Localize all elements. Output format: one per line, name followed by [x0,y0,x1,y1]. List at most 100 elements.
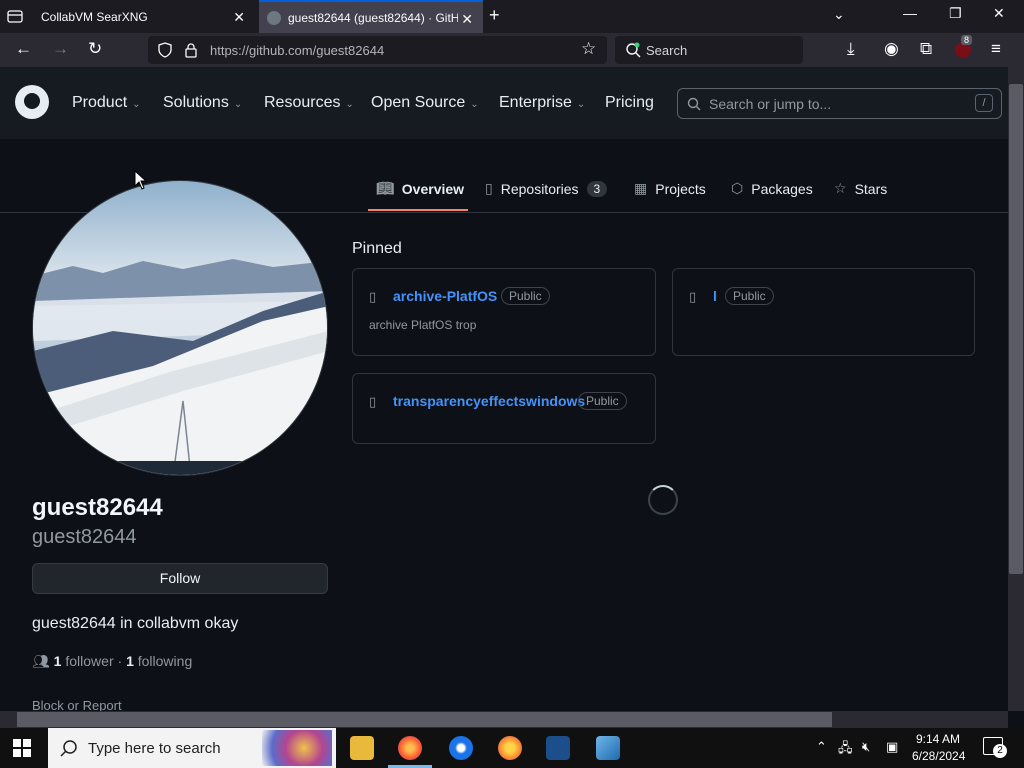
firefox-icon[interactable] [398,736,422,760]
tab-github-profile[interactable]: guest82644 (guest82644) · GitHub ✕ [259,0,483,33]
browser-toolbar: ← → ↻ https://github.com/guest82644 ☆ Se… [0,33,1024,67]
follow-button[interactable]: Follow [32,563,328,594]
keyboard-shortcut-badge: / [975,94,993,112]
back-icon[interactable]: ← [15,39,32,59]
github-search-input[interactable]: Search or jump to... / [677,88,1002,119]
restore-icon[interactable]: ❐ [949,5,962,22]
vertical-scroll-thumb[interactable] [1009,84,1023,574]
tab-collabvm-searxng[interactable]: CollabVM SearXNG ✕ [33,0,255,33]
github-favicon-icon [267,10,281,25]
tab-packages[interactable]: ⬡ Packages [731,180,813,197]
system-tool-icon[interactable] [596,736,620,760]
bookmark-star-icon[interactable]: ☆ [581,39,596,59]
clock-time: 9:14 AM [915,732,961,746]
menu-icon[interactable]: ≡ [991,39,1001,59]
notification-badge: 2 [993,744,1007,758]
browser-search-box[interactable]: Search [615,36,803,64]
forward-icon[interactable]: → [52,39,69,59]
following-link[interactable]: 1 following [126,653,192,669]
nav-resources[interactable]: Resources ⌄ [264,94,354,112]
search-icon [60,740,77,757]
mouse-cursor-icon [134,170,146,190]
chevron-down-icon: ⌄ [576,99,586,110]
virtualbox-icon[interactable] [546,736,570,760]
taskbar-search-input[interactable]: Type here to search [48,728,336,768]
chevron-down-icon: ⌄ [345,99,354,110]
taskbar-clock[interactable]: 9:14 AM 6/28/2024 [912,731,966,765]
tor-browser-icon[interactable] [498,736,522,760]
star-icon: ☆ [834,180,847,196]
pinned-repo-card: ▯ transparencyeffectswindows Public [352,373,656,444]
chromium-icon[interactable] [449,736,473,760]
nav-open-source[interactable]: Open Source ⌄ [371,94,479,112]
avatar[interactable] [32,180,328,476]
repo-icon: ▯ [369,394,377,409]
windows-start-icon[interactable] [12,738,32,758]
chevron-down-icon[interactable]: ⌄ [833,6,845,23]
address-bar[interactable]: https://github.com/guest82644 ☆ [148,36,607,64]
avatar-image [33,181,327,475]
extensions-icon[interactable]: ⧉ [920,39,932,59]
search-placeholder: Search [646,43,688,58]
extension-badge: 8 [961,35,973,45]
tab-repositories[interactable]: ▯ Repositories 3 [485,180,608,197]
notification-icon[interactable]: 2 [983,737,1007,758]
chevron-up-icon[interactable]: ⌃ [816,739,827,755]
search-icon [687,97,701,111]
profile-bio: guest82644 in collabvm okay [32,615,239,632]
display-icon[interactable]: ▣ [886,739,898,755]
search-engine-icon [626,42,641,58]
active-tab-indicator [368,209,468,211]
ublock-icon[interactable]: 8 [955,35,973,58]
visibility-badge: Public [578,392,627,410]
nav-enterprise[interactable]: Enterprise ⌄ [499,94,585,112]
github-header: Product ⌄ Solutions ⌄ Resources ⌄ Open Sour… [0,67,1008,139]
reload-icon[interactable]: ↻ [88,39,102,59]
close-tab-icon[interactable]: ✕ [233,9,245,26]
account-icon[interactable]: ◉ [884,39,899,59]
downloads-icon[interactable]: ⤓ [847,39,855,59]
tab-projects[interactable]: ▦ Projects [634,180,706,197]
tab-overview[interactable]: 📖︎ Overview [376,180,464,197]
close-tab-icon[interactable]: ✕ [461,11,473,28]
nav-product[interactable]: Product ⌄ [72,94,141,112]
nav-pricing[interactable]: Pricing [605,94,654,112]
shield-icon[interactable] [157,42,173,58]
tab-stars[interactable]: ☆ Stars [834,180,887,197]
nav-solutions[interactable]: Solutions ⌄ [163,94,242,112]
close-window-icon[interactable]: ✕ [993,5,1005,22]
profile-name: guest82644 [32,494,163,521]
network-icon[interactable]: 🖧︎ [838,739,853,761]
repo-name-link[interactable]: transparencyeffectswindows [393,393,585,409]
repo-icon: ▯ [485,180,493,196]
repo-name-link[interactable]: archive-PlatfOS [393,288,497,304]
lock-icon[interactable] [184,42,198,58]
book-icon: 📖︎ [376,180,394,196]
tab-overview-icon[interactable] [6,8,24,24]
visibility-badge: Public [725,287,774,305]
file-explorer-icon[interactable] [350,736,374,760]
taskbar-search-placeholder: Type here to search [88,740,221,757]
people-icon: 👥︎ [32,653,50,669]
pinned-repo-card: ▯ l Public [672,268,975,356]
clock-date: 6/28/2024 [912,749,966,763]
repo-icon: ▯ [689,289,697,304]
github-logo-icon[interactable] [15,85,49,119]
tab-title: guest82644 (guest82644) · GitHub [288,10,458,25]
url-text: https://github.com/guest82644 [210,43,385,58]
repo-name-link[interactable]: l [713,288,717,304]
search-placeholder: Search or jump to... [709,96,832,112]
followers-link[interactable]: 1 follower [54,653,114,669]
minimize-icon[interactable]: — [903,5,917,21]
browser-tab-bar: CollabVM SearXNG ✕ guest82644 (guest8264… [0,0,1024,33]
profile-login: guest82644 [32,526,137,548]
followers-info: 👥︎ 1 follower · 1 following [32,653,193,669]
repo-icon: ▯ [369,289,377,304]
tab-title: CollabVM SearXNG [41,9,148,24]
volume-muted-icon[interactable]: 🔇︎ [862,739,870,755]
horizontal-scroll-thumb[interactable] [17,712,832,727]
new-tab-icon[interactable]: + [489,5,500,26]
visibility-badge: Public [501,287,550,305]
package-icon: ⬡ [731,180,744,196]
repo-count-badge: 3 [586,180,608,197]
